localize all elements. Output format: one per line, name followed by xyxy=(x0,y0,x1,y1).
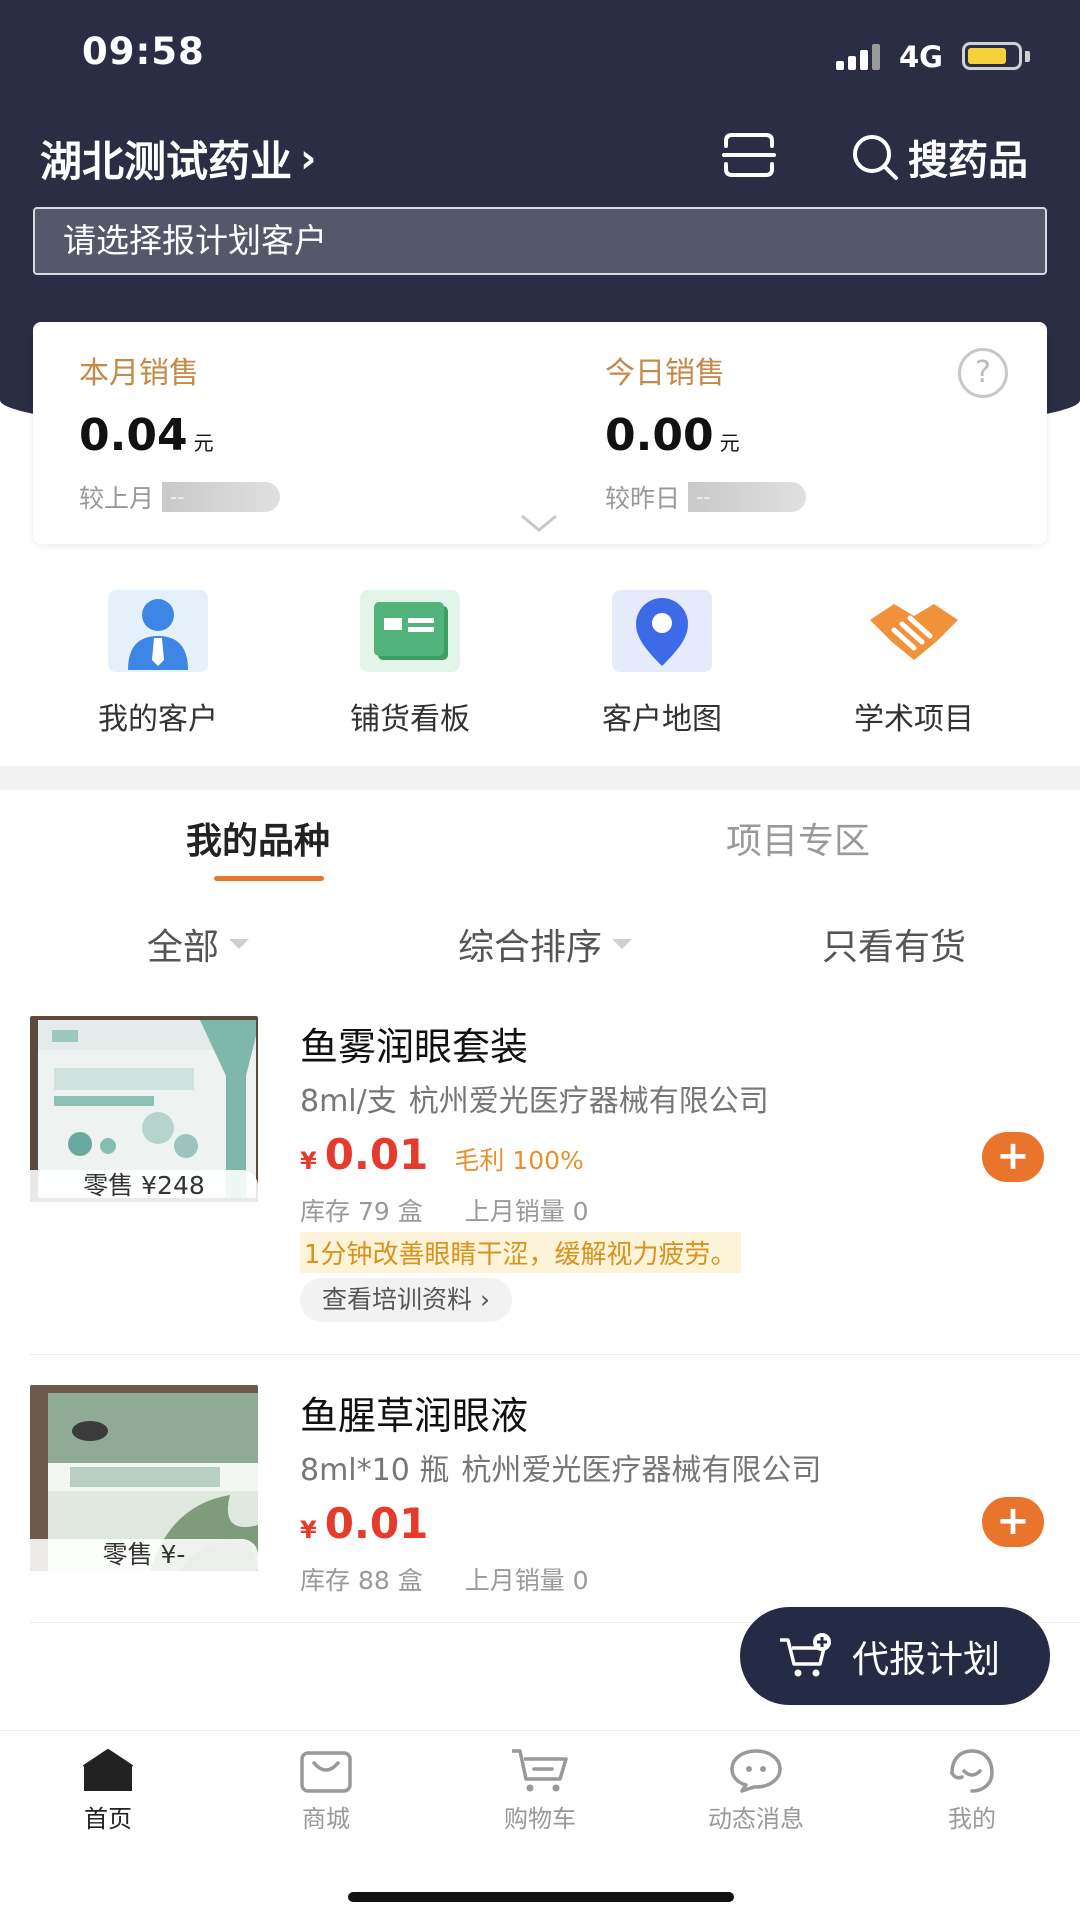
product-spec: 8ml/支 杭州爱光医疗器械有限公司 xyxy=(300,1084,769,1119)
month-sales-label: 本月销售 xyxy=(79,356,199,391)
quick-entry-label: 客户地图 xyxy=(602,702,722,737)
board-icon xyxy=(360,590,460,672)
company-name: 湖北测试药业 xyxy=(40,137,293,186)
client-select-input[interactable]: 请选择报计划客户 xyxy=(33,207,1047,275)
caret-down-icon xyxy=(229,939,250,949)
quick-entry-my-customers[interactable]: 我的客户 xyxy=(48,590,268,738)
help-icon[interactable]: ? xyxy=(958,348,1008,398)
proxy-plan-label: 代报计划 xyxy=(852,1638,1000,1681)
company-selector[interactable]: 湖北测试药业 › xyxy=(40,128,317,189)
month-sales: 本月销售 0.04 元 较上月 -- xyxy=(79,348,281,515)
today-sales: 今日销售 0.00 元 较昨日 -- xyxy=(605,348,807,515)
retail-price: 零售 ¥- xyxy=(30,1539,258,1571)
filter-all-label: 全部 xyxy=(147,927,220,968)
product-stock: 库存 88 盒上月销量 0 xyxy=(300,1566,589,1595)
filter-sort-label: 综合排序 xyxy=(458,927,603,968)
map-pin-icon xyxy=(612,590,712,672)
nav-label: 购物车 xyxy=(504,1805,576,1833)
nav-home[interactable]: 首页 xyxy=(28,1747,188,1834)
nav-profile[interactable]: 我的 xyxy=(892,1747,1052,1834)
quick-entry-label: 我的客户 xyxy=(98,702,218,737)
caret-down-icon xyxy=(612,939,633,949)
scan-icon[interactable] xyxy=(722,132,776,178)
section-divider xyxy=(0,766,1080,790)
shop-bag-icon xyxy=(300,1751,352,1793)
handshake-icon xyxy=(864,590,964,672)
product-image[interactable]: 零售 ¥- xyxy=(30,1385,258,1571)
today-sales-value: 0.00 元 xyxy=(605,410,740,461)
retail-price: 零售 ¥248 xyxy=(30,1170,258,1202)
tab-my-varieties[interactable]: 我的品种 xyxy=(186,812,330,864)
gross-margin: 毛利 100% xyxy=(454,1146,584,1175)
product-price: ¥ 0.01 毛利 100% xyxy=(300,1130,584,1179)
month-compare: 较上月 -- xyxy=(79,479,281,515)
product-name[interactable]: 鱼雾润眼套装 xyxy=(300,1016,528,1071)
month-compare-value: -- xyxy=(162,482,281,512)
add-to-cart-button[interactable]: + xyxy=(982,1132,1044,1182)
chevron-right-icon: › xyxy=(300,135,317,182)
nav-label: 我的 xyxy=(948,1805,996,1833)
message-icon xyxy=(730,1749,782,1793)
nav-cart[interactable]: 购物车 xyxy=(460,1747,620,1834)
product-tip: 1分钟改善眼睛干涩，缓解视力疲劳。 xyxy=(300,1232,741,1273)
today-compare-value: -- xyxy=(688,482,807,512)
proxy-plan-button[interactable]: 代报计划 xyxy=(740,1607,1050,1705)
status-time: 09:58 xyxy=(82,30,205,73)
quick-entry-academic-projects[interactable]: 学术项目 xyxy=(804,590,1024,738)
home-icon xyxy=(82,1749,134,1791)
product-price: ¥ 0.01 xyxy=(300,1499,429,1548)
product-name[interactable]: 鱼腥草润眼液 xyxy=(300,1385,528,1440)
tab-active-indicator xyxy=(214,876,324,881)
nav-shop[interactable]: 商城 xyxy=(246,1747,406,1834)
home-indicator xyxy=(348,1892,734,1902)
customer-icon xyxy=(108,590,208,672)
today-sales-label: 今日销售 xyxy=(605,356,725,391)
tab-project-zone[interactable]: 项目专区 xyxy=(726,812,870,864)
nav-label: 动态消息 xyxy=(708,1805,804,1833)
filter-all-dropdown[interactable]: 全部 xyxy=(147,918,250,970)
network-type: 4G xyxy=(899,40,943,74)
quick-entry-customer-map[interactable]: 客户地图 xyxy=(552,590,772,738)
quick-entry-distribution-board[interactable]: 铺货看板 xyxy=(300,590,520,738)
quick-entry-label: 铺货看板 xyxy=(350,702,470,737)
product-spec: 8ml*10 瓶杭州爱光医疗器械有限公司 xyxy=(300,1453,822,1488)
filter-in-stock-toggle[interactable]: 只看有货 xyxy=(822,918,966,970)
filter-sort-dropdown[interactable]: 综合排序 xyxy=(458,918,633,970)
quick-entry-label: 学术项目 xyxy=(854,702,974,737)
sales-summary-card: 本月销售 0.04 元 较上月 -- 今日销售 0.00 元 较昨日 -- ? xyxy=(33,322,1047,544)
battery-tip xyxy=(1025,51,1030,62)
battery-level xyxy=(968,48,1006,64)
today-compare: 较昨日 -- xyxy=(605,479,807,515)
month-sales-value: 0.04 元 xyxy=(79,410,214,461)
nav-label: 首页 xyxy=(84,1805,132,1833)
nav-messages[interactable]: 动态消息 xyxy=(676,1747,836,1834)
status-bar: 09:58 4G xyxy=(0,0,1080,110)
nav-label: 商城 xyxy=(302,1805,350,1833)
cart-plus-icon xyxy=(780,1633,831,1677)
training-material-button[interactable]: 查看培训资料 › xyxy=(300,1278,512,1322)
cart-icon xyxy=(512,1749,568,1792)
chevron-down-icon[interactable] xyxy=(519,512,559,534)
add-to-cart-button[interactable]: + xyxy=(982,1497,1044,1547)
list-divider xyxy=(30,1354,1080,1355)
product-image[interactable]: 零售 ¥248 xyxy=(30,1016,258,1202)
profile-icon xyxy=(950,1749,994,1793)
signal-icon xyxy=(836,44,882,70)
product-stock: 库存 79 盒上月销量 0 xyxy=(300,1197,589,1226)
battery-icon xyxy=(962,42,1022,70)
search-label: 搜药品 xyxy=(908,138,1028,184)
search-icon xyxy=(853,135,898,180)
search-drugs-button[interactable]: 搜药品 xyxy=(850,128,1028,186)
